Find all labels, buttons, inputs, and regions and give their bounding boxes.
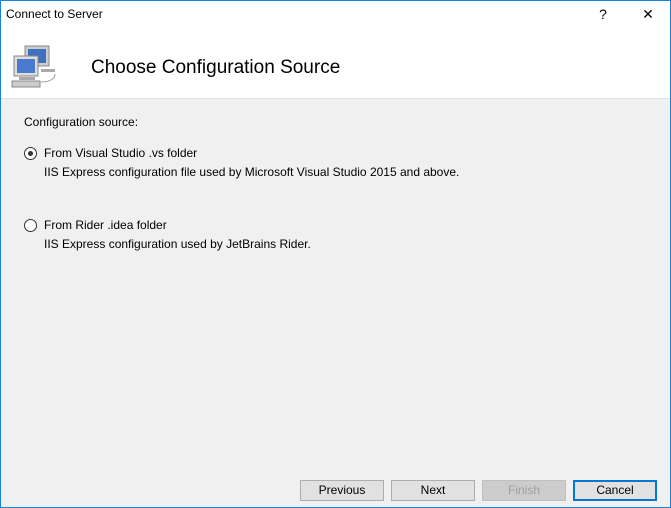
option-description: IIS Express configuration used by JetBra…: [44, 237, 311, 251]
option-description: IIS Express configuration file used by M…: [44, 165, 460, 179]
help-button[interactable]: ?: [583, 1, 623, 28]
network-computers-icon: [11, 45, 56, 88]
close-button[interactable]: ✕: [628, 1, 668, 28]
next-button[interactable]: Next: [391, 480, 475, 501]
dialog-window: Connect to Server ? ✕ Choose Configurati…: [0, 0, 671, 508]
title-bar: Connect to Server ? ✕: [1, 1, 670, 28]
radio-button[interactable]: [24, 218, 37, 232]
page-title: Choose Configuration Source: [91, 57, 341, 78]
radio-rider[interactable]: From Rider .idea folder: [24, 218, 167, 232]
window-title: Connect to Server: [6, 7, 103, 21]
radio-label: From Visual Studio .vs folder: [44, 146, 198, 160]
wizard-header: Choose Configuration Source: [1, 28, 670, 99]
previous-button[interactable]: Previous: [300, 480, 384, 501]
radio-label: From Rider .idea folder: [44, 218, 167, 232]
radio-button-selected[interactable]: [24, 146, 37, 160]
radio-visual-studio[interactable]: From Visual Studio .vs folder: [24, 146, 197, 160]
configuration-source-label: Configuration source:: [24, 115, 139, 129]
cancel-button[interactable]: Cancel: [573, 480, 657, 501]
finish-button: Finish: [482, 480, 566, 501]
